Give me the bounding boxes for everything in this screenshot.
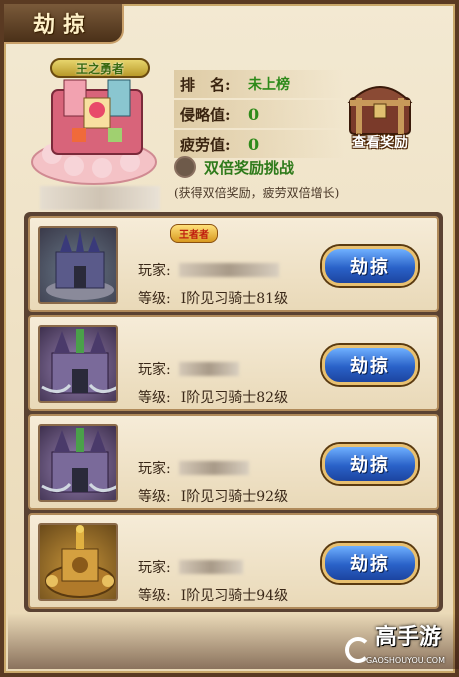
raid-button-label: 劫掠 xyxy=(350,356,390,377)
invasion-value: 0 xyxy=(248,104,260,124)
castle-thumbnail-icon xyxy=(38,523,118,601)
stat-rank: 排 名: 未上榜 xyxy=(174,70,344,98)
opponent-card: 王者者 玩家: 等级: I阶见习骑士81级 劫掠 xyxy=(28,216,439,312)
opponent-card: 玩家: 等级: I阶见习骑士82级 劫掠 xyxy=(28,315,439,411)
player-label: 玩家: xyxy=(138,263,171,279)
stat-fatigue: 疲劳值: 0 xyxy=(174,130,344,158)
player-name-blurred xyxy=(178,362,239,376)
player-row: 玩家: xyxy=(138,260,279,280)
watermark: 高手游 GAOSHOUYOU.COM xyxy=(345,621,451,671)
castle-thumbnail-icon xyxy=(38,226,118,304)
view-reward-label: 查看奖励 xyxy=(352,135,408,151)
player-name-blurred xyxy=(178,263,279,277)
level-label: 等级: xyxy=(138,489,171,505)
player-name-blurred xyxy=(178,560,243,574)
level-row: 等级: I阶见习骑士92级 xyxy=(138,486,288,506)
double-challenge-note: (获得双倍奖励，疲劳双倍增长) xyxy=(174,186,340,200)
level-value: I阶见习骑士82级 xyxy=(180,390,289,406)
level-label: 等级: xyxy=(138,588,171,604)
fatigue-value: 0 xyxy=(248,134,260,154)
player-row: 玩家: xyxy=(138,359,239,379)
level-label: 等级: xyxy=(138,291,171,307)
raid-button-label: 劫掠 xyxy=(350,554,390,575)
castle-emblem-icon: 王之勇者 xyxy=(22,50,172,190)
double-challenge-toggle[interactable]: 双倍奖励挑战 xyxy=(174,156,294,178)
raid-window: 劫掠 王之勇者 排 名: 未上榜 侵略值: 0 疲劳值: 0 查看奖励 双倍奖励… xyxy=(0,0,459,677)
player-name-blurred xyxy=(178,461,249,475)
player-label: 玩家: xyxy=(138,362,171,378)
fatigue-label: 疲劳值: xyxy=(180,135,231,154)
opponent-card: 玩家: 等级: I阶见习骑士94级 劫掠 xyxy=(28,513,439,609)
raid-button[interactable]: 劫掠 xyxy=(322,345,418,385)
level-row: 等级: I阶见习骑士81级 xyxy=(138,288,288,308)
level-row: 等级: I阶见习骑士94级 xyxy=(138,585,288,605)
level-value: I阶见习骑士81级 xyxy=(180,291,289,307)
player-label: 玩家: xyxy=(138,560,171,576)
emblem-banner: 王之勇者 xyxy=(50,58,150,78)
player-row: 玩家: xyxy=(138,557,243,577)
watermark-url: GAOSHOUYOU.COM xyxy=(365,656,445,665)
double-challenge-checkbox[interactable] xyxy=(174,156,196,178)
raid-button[interactable]: 劫掠 xyxy=(322,444,418,484)
opponent-card: 玩家: 等级: I阶见习骑士92级 劫掠 xyxy=(28,414,439,510)
title-tab: 劫掠 xyxy=(4,4,124,44)
opponent-list: 王者者 玩家: 等级: I阶见习骑士81级 劫掠 玩家: 等级: I阶见习骑士8… xyxy=(24,212,443,612)
raid-button-label: 劫掠 xyxy=(350,257,390,278)
level-row: 等级: I阶见习骑士82级 xyxy=(138,387,288,407)
level-value: I阶见习骑士94级 xyxy=(180,588,289,604)
stats-panel: 排 名: 未上榜 侵略值: 0 疲劳值: 0 xyxy=(174,70,344,160)
player-row: 玩家: xyxy=(138,458,249,478)
king-badge: 王者者 xyxy=(170,224,218,243)
raid-button[interactable]: 劫掠 xyxy=(322,246,418,286)
window-title: 劫掠 xyxy=(32,12,93,38)
double-challenge-label: 双倍奖励挑战 xyxy=(204,158,295,177)
raid-button-label: 劫掠 xyxy=(350,455,390,476)
invasion-label: 侵略值: xyxy=(180,105,231,124)
stat-invasion: 侵略值: 0 xyxy=(174,100,344,128)
player-label: 玩家: xyxy=(138,461,171,477)
header-panel: 王之勇者 排 名: 未上榜 侵略值: 0 疲劳值: 0 查看奖励 双倍奖励挑战 … xyxy=(14,44,453,212)
rank-value: 未上榜 xyxy=(248,77,290,93)
emblem-text: 王之勇者 xyxy=(75,61,124,76)
level-label: 等级: xyxy=(138,390,171,406)
rank-label: 排 名: xyxy=(180,75,231,94)
view-reward-button[interactable]: 查看奖励 xyxy=(340,72,420,152)
level-value: I阶见习骑士92级 xyxy=(180,489,289,505)
player-name-blurred xyxy=(40,186,160,210)
castle-thumbnail-icon xyxy=(38,424,118,502)
watermark-title: 高手游 xyxy=(374,625,441,650)
castle-thumbnail-icon xyxy=(38,325,118,403)
raid-button[interactable]: 劫掠 xyxy=(322,543,418,583)
